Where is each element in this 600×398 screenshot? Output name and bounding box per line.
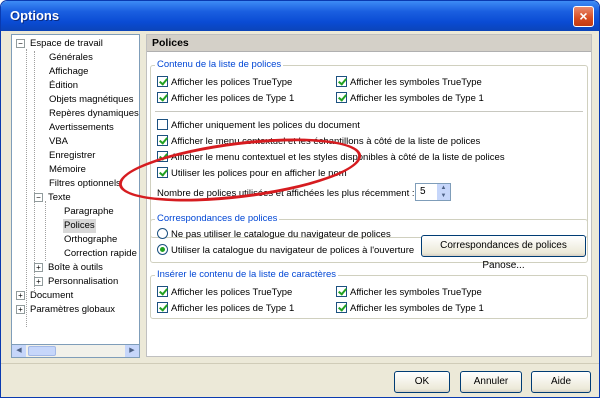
fonts-settings-panel: Polices Contenu de la liste de polices A… <box>146 34 592 357</box>
recent-fonts-label: Nombre de polices utilisées et affichées… <box>157 188 415 199</box>
stepper-value[interactable]: 5 <box>420 186 426 197</box>
checkbox-box[interactable] <box>157 285 168 297</box>
checkbox-box[interactable] <box>157 118 168 130</box>
checkbox-label: Utiliser les polices pour en afficher le… <box>171 168 347 179</box>
checkbox-label: Afficher les symboles de Type 1 <box>350 93 484 104</box>
tree-item-reperes-dynamiques[interactable]: Repères dynamiques <box>49 107 139 121</box>
checkbox-box[interactable] <box>336 301 347 313</box>
checkbox-label: Afficher uniquement les polices du docum… <box>171 120 360 131</box>
tree-item-enregistrer[interactable]: Enregistrer <box>49 149 95 163</box>
checkbox-box[interactable] <box>157 166 168 178</box>
tree-item-label: Paramètres globaux <box>30 304 116 315</box>
group-title: Contenu de la liste de polices <box>155 59 284 71</box>
stepper-down-icon[interactable]: ▼ <box>437 192 450 200</box>
tree-item-label: Personnalisation <box>48 276 119 287</box>
radio-no-catalog[interactable]: Ne pas utiliser le catalogue du navigate… <box>157 227 391 241</box>
radio-dot[interactable] <box>157 227 168 239</box>
tree-connector <box>45 201 46 261</box>
tree-item-filtres-optionnels[interactable]: Filtres optionnels <box>49 177 121 191</box>
checkbox-box[interactable] <box>336 91 347 103</box>
tree-item-orthographe[interactable]: Orthographe <box>64 233 117 247</box>
tree-item-label: Document <box>30 290 74 301</box>
recent-fonts-stepper[interactable]: 5 ▲ ▼ <box>415 183 451 201</box>
group-title: Correspondances de polices <box>155 213 280 225</box>
checkbox-box[interactable] <box>157 75 168 87</box>
checkbox-box[interactable] <box>157 91 168 103</box>
checkbox-label: Afficher les polices de Type 1 <box>171 303 295 314</box>
tree-item-affichage[interactable]: Affichage <box>49 65 88 79</box>
close-icon[interactable]: × <box>573 6 594 27</box>
checkbox-char-type1-symbols[interactable]: Afficher les symboles de Type 1 <box>336 301 484 315</box>
panose-mapping-button[interactable]: Correspondances de polices Panose... <box>421 235 586 271</box>
title-bar[interactable]: Options × <box>1 1 599 31</box>
options-dialog: Options × − Espace de travail Générales … <box>0 0 600 398</box>
tree-item-objets-magnetiques[interactable]: Objets magnétiques <box>49 93 134 107</box>
checkbox-char-type1-fonts[interactable]: Afficher les polices de Type 1 <box>157 301 295 315</box>
tree-item-label: Espace de travail <box>30 38 103 49</box>
checkbox-char-truetype-symbols[interactable]: Afficher les symboles TrueType <box>336 285 482 299</box>
checkbox-label: Afficher les polices de Type 1 <box>171 93 295 104</box>
tree-item-generales[interactable]: Générales <box>49 51 93 65</box>
checkbox-truetype-fonts[interactable]: Afficher les polices TrueType <box>157 75 293 89</box>
checkbox-document-fonts-only[interactable]: Afficher uniquement les polices du docum… <box>157 118 360 132</box>
checkbox-box[interactable] <box>336 75 347 87</box>
radio-use-catalog[interactable]: Utiliser la catalogue du navigateur de p… <box>157 243 415 257</box>
character-list-group: Insérer le contenu de la liste de caract… <box>150 269 588 319</box>
font-mapping-group: Correspondances de polices Ne pas utilis… <box>150 213 588 271</box>
tree-connector <box>34 51 35 291</box>
collapse-icon[interactable]: − <box>16 39 25 48</box>
checkbox-label: Afficher le menu contextuel et les style… <box>171 152 505 163</box>
tree-item-memoire[interactable]: Mémoire <box>49 163 86 177</box>
checkbox-label: Afficher le menu contextuel et les échan… <box>171 136 481 147</box>
scroll-left-icon[interactable]: ◀ <box>12 345 26 357</box>
tree-item-label: Texte <box>48 192 71 203</box>
separator <box>155 111 583 112</box>
checkbox-label: Afficher les symboles de Type 1 <box>350 303 484 314</box>
radio-label: Ne pas utiliser le catalogue du navigate… <box>171 229 391 240</box>
group-title: Insérer le contenu de la liste de caract… <box>155 269 339 281</box>
scroll-right-icon[interactable]: ▶ <box>125 345 139 357</box>
cancel-button[interactable]: Annuler <box>460 371 522 393</box>
footer-separator <box>1 363 599 364</box>
tree-horizontal-scrollbar[interactable]: ◀ ▶ <box>11 344 140 358</box>
radio-label: Utiliser la catalogue du navigateur de p… <box>171 245 415 256</box>
checkbox-type1-symbols[interactable]: Afficher les symboles de Type 1 <box>336 91 484 105</box>
collapse-icon[interactable]: − <box>34 193 43 202</box>
expand-icon[interactable]: + <box>16 305 25 314</box>
expand-icon[interactable]: + <box>34 277 43 286</box>
checkbox-context-menu-samples[interactable]: Afficher le menu contextuel et les échan… <box>157 134 481 148</box>
radio-dot[interactable] <box>157 243 168 255</box>
help-button[interactable]: Aide <box>531 371 591 393</box>
tree-item-avertissements[interactable]: Avertissements <box>49 121 114 135</box>
scrollbar-thumb[interactable] <box>28 346 56 356</box>
window-title: Options <box>10 8 60 23</box>
tree-item-paragraphe[interactable]: Paragraphe <box>64 205 114 219</box>
checkbox-box[interactable] <box>336 285 347 297</box>
expand-icon[interactable]: + <box>16 291 25 300</box>
checkbox-label: Afficher les polices TrueType <box>171 287 293 298</box>
checkbox-char-truetype-fonts[interactable]: Afficher les polices TrueType <box>157 285 293 299</box>
tree-connector <box>26 49 27 327</box>
checkbox-box[interactable] <box>157 150 168 162</box>
checkbox-label: Afficher les symboles TrueType <box>350 287 482 298</box>
checkbox-box[interactable] <box>157 301 168 313</box>
checkbox-context-menu-styles[interactable]: Afficher le menu contextuel et les style… <box>157 150 505 164</box>
tree-item-label: Boîte à outils <box>48 262 103 273</box>
checkbox-box[interactable] <box>157 134 168 146</box>
category-tree[interactable]: − Espace de travail Générales Affichage … <box>11 34 140 357</box>
stepper-up-icon[interactable]: ▲ <box>437 184 450 192</box>
expand-icon[interactable]: + <box>34 263 43 272</box>
checkbox-truetype-symbols[interactable]: Afficher les symboles TrueType <box>336 75 482 89</box>
tree-item-edition[interactable]: Édition <box>49 79 78 93</box>
tree-item-vba[interactable]: VBA <box>49 135 68 149</box>
checkbox-label: Afficher les polices TrueType <box>171 77 293 88</box>
ok-button[interactable]: OK <box>394 371 450 393</box>
panel-heading: Polices <box>147 35 591 52</box>
checkbox-use-fonts-for-names[interactable]: Utiliser les polices pour en afficher le… <box>157 166 347 180</box>
checkbox-label: Afficher les symboles TrueType <box>350 77 482 88</box>
checkbox-type1-fonts[interactable]: Afficher les polices de Type 1 <box>157 91 295 105</box>
tree-item-correction-rapide[interactable]: Correction rapide <box>64 247 137 261</box>
tree-item-polices[interactable]: Polices <box>63 219 96 233</box>
